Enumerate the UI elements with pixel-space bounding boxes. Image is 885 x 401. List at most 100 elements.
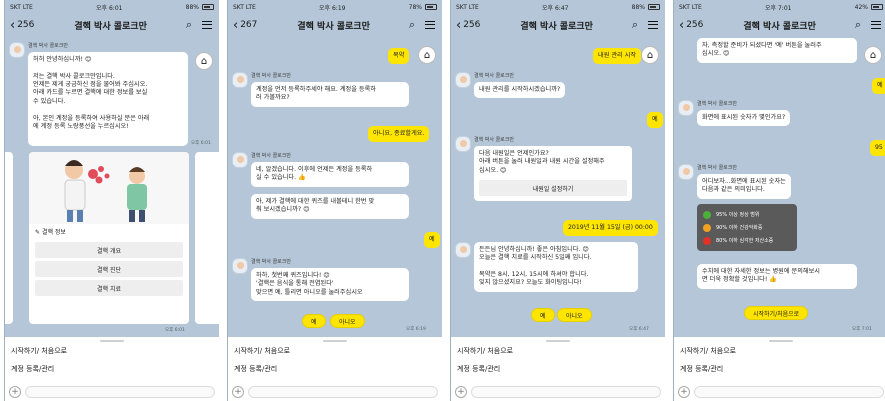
home-icon[interactable]: ⌂ [418,46,436,64]
bot-avatar [232,72,248,88]
user-message: 예 [647,112,663,129]
back-arrow-icon[interactable]: ‹ [233,19,238,32]
status-bar: SKT LTE 오후 6:01 88% [5,0,219,14]
menu-icon[interactable] [200,19,214,32]
home-icon[interactable]: ⌂ [195,52,213,70]
status-bar: SKT LTE 오후 7:01 42% [674,0,885,14]
pencil-icon: ✎ [35,229,42,236]
chat-header: ‹ 267 결핵 박사 콜로크만 ⌕ [228,14,442,36]
clock: 오후 6:19 [319,4,346,12]
card-button-overview[interactable]: 결핵 개요 [35,242,183,258]
search-icon[interactable]: ⌕ [851,18,865,32]
clock: 오후 6:47 [542,4,569,12]
carousel-card-prev[interactable] [5,152,13,324]
tb-info-card[interactable]: ✎ 결핵 정보 결핵 개요 결핵 진단 결핵 치료 [29,152,189,324]
battery-icon [648,4,660,10]
menu-account[interactable]: 계정 등록/관리 [228,360,442,378]
battery-percent: 78% [408,3,422,11]
menu-account[interactable]: 계정 등록/관리 [5,360,219,378]
user-message: 내원 관리 시작 [593,48,642,65]
bot-message-card: 다음 내원일은 언제인가요? 아래 버튼을 눌러 내원일과 내원 시간을 설정해… [474,146,632,202]
quick-reply-no[interactable]: 아니오 [557,308,592,322]
unread-count[interactable]: 267 [240,20,266,30]
bot-message: 계정을 먼저 등록하주세야 해요. 계정을 등록하 러 가볼까요? [251,82,409,107]
chat-header: ‹ 256 결핵 박사 콜로크만 ⌕ [5,14,219,36]
phone-screen-1: SKT LTE 오후 6:01 88% ‹ 256 결핵 박사 콜로크만 ⌕ 결… [4,0,219,401]
chat-header: ‹ 256 결핵 박사 콜로크만 ⌕ [451,14,665,36]
battery-icon [425,4,437,10]
unread-count[interactable]: 256 [686,20,712,30]
bot-avatar [455,72,471,88]
chat-area: 내원 관리 시작 ⌂ 결핵 박사 콜로크만 내원 관리를 시작하시겠습니까? 예… [451,36,665,336]
menu-account[interactable]: 계정 등록/관리 [451,360,665,378]
clock: 오후 6:01 [96,4,123,12]
user-message: 복약 [388,48,410,65]
bottom-menu: 시작하기/ 처음으로 계정 등록/관리 + [228,337,442,401]
sender-name: 결핵 박사 콜로크만 [251,73,291,79]
card-button-diagnosis[interactable]: 결핵 진단 [35,261,183,277]
message-input[interactable] [248,386,438,398]
card-illustration [29,152,189,224]
message-time: 오후 6:47 [629,327,649,332]
quick-reply-yes[interactable]: 예 [302,314,326,328]
bot-message: 네, 알겠습니다. 이후에 언제든 계정을 등록하 실 수 있습니다. 👍 [251,162,409,187]
message-input[interactable] [471,386,661,398]
message-time: 오후 7:01 [852,327,872,332]
unread-count[interactable]: 256 [463,20,489,30]
chat-header: ‹ 256 결핵 박사 콜로크만 ⌕ [674,14,885,36]
message-input[interactable] [25,386,215,398]
screenshots-row: SKT LTE 오후 6:01 88% ‹ 256 결핵 박사 콜로크만 ⌕ 결… [0,0,885,401]
coughing-people-illustration [64,160,147,222]
orange-dot-icon [703,223,711,232]
bot-avatar [678,100,694,116]
message-time: 오후 6:01 [165,328,185,333]
back-arrow-icon[interactable]: ‹ [10,19,15,32]
bot-message: 자, 측정할 준비가 되셨다면 '예' 버튼을 눌러주 십시오. 😊 [697,38,857,63]
home-icon[interactable]: ⌂ [864,46,882,64]
menu-start[interactable]: 시작하기/ 처음으로 [5,342,219,360]
menu-icon[interactable] [423,19,437,32]
back-arrow-icon[interactable]: ‹ [456,19,461,32]
carrier: SKT LTE [456,3,479,11]
carousel-card-next[interactable] [195,152,219,324]
set-visit-date-button[interactable]: 내원일 설정하기 [479,180,627,197]
back-arrow-icon[interactable]: ‹ [679,19,684,32]
message-input[interactable] [694,386,884,398]
bot-avatar [232,152,248,168]
search-icon[interactable]: ⌕ [628,18,642,32]
input-bar: + [451,383,665,401]
plus-icon[interactable]: + [678,386,690,398]
battery-icon [202,4,214,10]
menu-account[interactable]: 계정 등록/관리 [674,360,885,378]
search-icon[interactable]: ⌕ [182,18,196,32]
green-dot-icon [703,210,711,219]
bot-message: 다음 내원일은 언제인가요? 아래 버튼을 눌러 내원일과 내원 시간을 설정해… [479,150,605,174]
bot-message: 하하, 첫번째 퀴즈입니다! 😊 '결핵은 음식을 통해 전염된다' 맞으면 예… [251,268,409,302]
bot-message: 어디보자...화면에 표시된 숫자는 다음과 같은 의미입니다. [697,174,791,199]
user-message: 예 [872,78,885,95]
chat-area: 복약 ⌂ 결핵 박사 콜로크만 계정을 먼저 등록하주세야 해요. 계정을 등록… [228,36,442,336]
legend-item-normal: 95% 이상 정상 범위 [703,208,791,221]
legend-item-warning: 90% 이하 건강악화증 [703,221,791,234]
menu-icon[interactable] [869,19,883,32]
red-dot-icon [703,236,711,245]
message-time: 오후 6:01 [191,141,211,146]
menu-start[interactable]: 시작하기/ 처음으로 [228,342,442,360]
menu-icon[interactable] [646,19,660,32]
quick-reply-start[interactable]: 시작하기/처음으로 [744,306,809,320]
card-button-treatment[interactable]: 결핵 치료 [35,280,183,296]
plus-icon[interactable]: + [9,386,21,398]
carrier: SKT LTE [679,3,702,11]
bottom-menu: 시작하기/ 처음으로 계정 등록/관리 + [451,337,665,401]
unread-count[interactable]: 256 [17,20,43,30]
quick-reply-no[interactable]: 아니오 [330,314,365,328]
message-time: 오후 6:19 [406,327,426,332]
quick-reply-yes[interactable]: 예 [531,308,555,322]
plus-icon[interactable]: + [232,386,244,398]
menu-start[interactable]: 시작하기/ 처음으로 [451,342,665,360]
home-icon[interactable]: ⌂ [641,46,659,64]
plus-icon[interactable]: + [455,386,467,398]
sender-name: 결핵 박사 콜로크만 [474,73,514,79]
menu-start[interactable]: 시작하기/ 처음으로 [674,342,885,360]
search-icon[interactable]: ⌕ [405,18,419,32]
